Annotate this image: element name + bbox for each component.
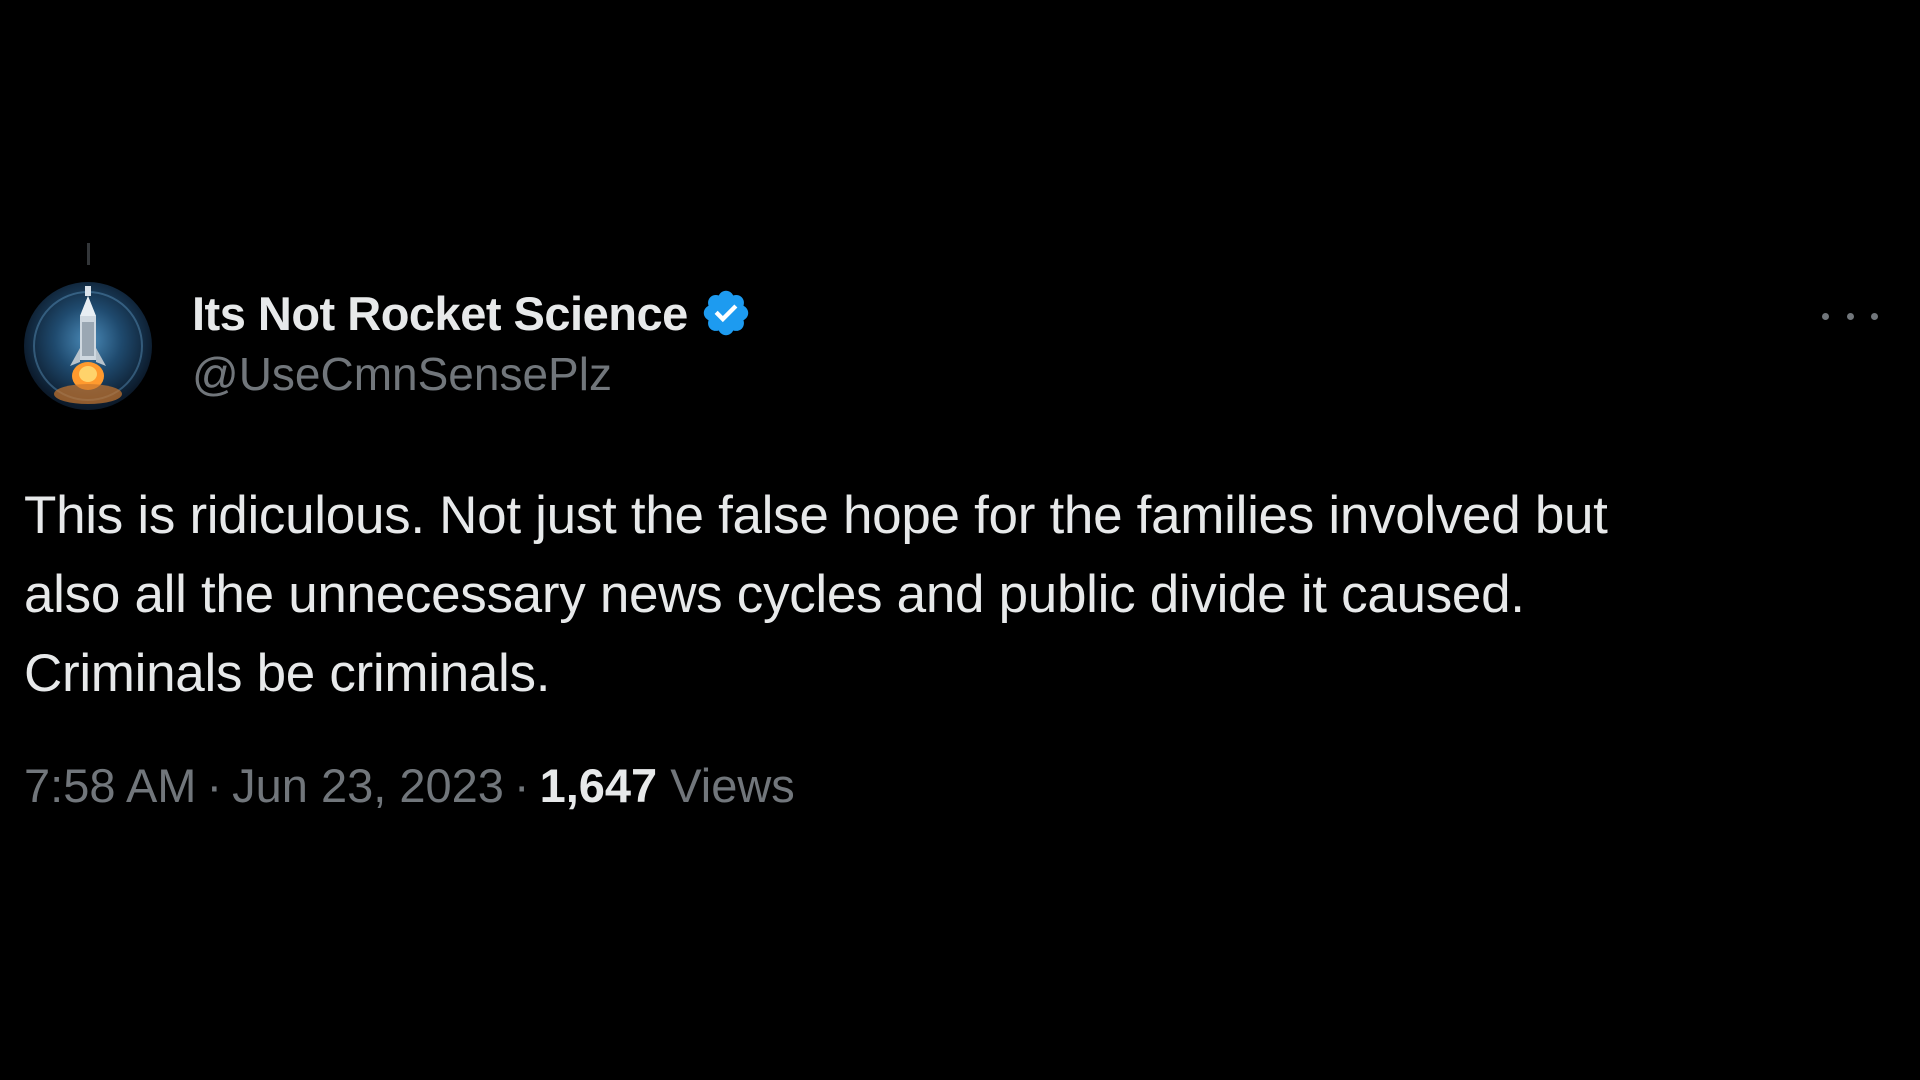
tweet-metadata: 7:58 AM · Jun 23, 2023 · 1,647 Views [24, 758, 795, 813]
tweet-text-line: Criminals be criminals. [24, 644, 551, 703]
author-handle[interactable]: @UseCmnSensePlz [192, 347, 752, 401]
rocket-launch-avatar-icon [33, 286, 143, 404]
tweet-time[interactable]: 7:58 AM [24, 759, 196, 812]
author-display-name[interactable]: Its Not Rocket Science [192, 286, 688, 341]
views-count[interactable]: 1,647 [540, 759, 658, 812]
tweet-text-line: also all the unnecessary news cycles and… [24, 565, 1525, 624]
name-row: Its Not Rocket Science [192, 285, 752, 341]
tweet-header: Its Not Rocket Science @UseCmnSensePlz [192, 285, 752, 401]
tweet-card: Its Not Rocket Science @UseCmnSensePlz T… [0, 0, 1920, 1080]
tweet-text: This is ridiculous. Not just the false h… [24, 476, 1864, 713]
thread-line [87, 243, 90, 265]
views-label: Views [670, 759, 795, 812]
tweet-text-line: This is ridiculous. Not just the false h… [24, 486, 1608, 545]
more-options-button[interactable] [1822, 298, 1878, 334]
ellipsis-icon [1846, 312, 1854, 320]
tweet-date[interactable]: Jun 23, 2023 [232, 759, 504, 812]
separator: · [513, 759, 530, 812]
avatar[interactable] [24, 282, 152, 410]
ellipsis-icon [1822, 312, 1829, 320]
verified-badge-icon[interactable] [700, 287, 752, 339]
separator: · [206, 759, 223, 812]
ellipsis-icon [1871, 312, 1878, 320]
